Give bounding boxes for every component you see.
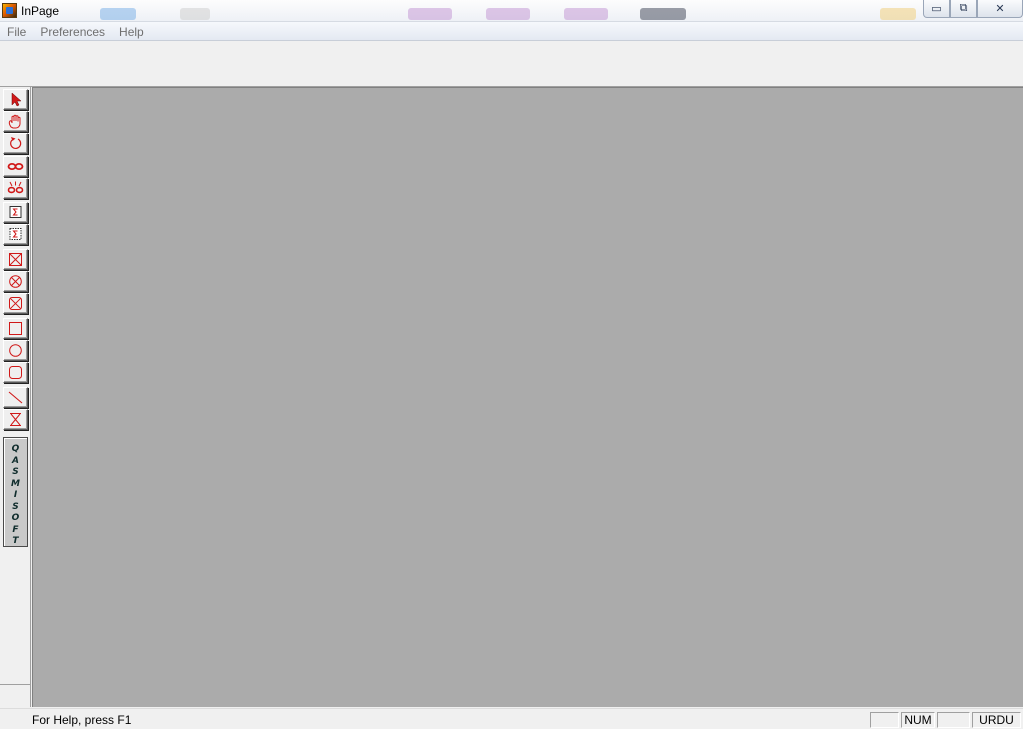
title-bar-reflection (564, 8, 608, 20)
menu-preferences[interactable]: Preferences (33, 22, 112, 40)
logo-letter: Q (11, 444, 20, 454)
title-bar-reflection (640, 8, 686, 20)
restore-button[interactable]: ⧉ (950, 0, 977, 18)
close-button[interactable]: ✕ (977, 0, 1023, 18)
oval-tool[interactable] (3, 340, 28, 361)
status-pane-empty (870, 712, 899, 728)
title-bar-reflection (408, 8, 452, 20)
minimize-icon: ▭ (931, 3, 942, 15)
window-title: InPage (21, 4, 60, 18)
diagonal-line-icon (8, 391, 23, 404)
title-bar-reflection (486, 8, 530, 20)
unlink-tool[interactable] (3, 178, 28, 199)
menu-file[interactable]: File (0, 22, 33, 40)
status-num-indicator: NUM (901, 712, 935, 728)
window-controls: ▭ ⧉ ✕ (923, 0, 1023, 20)
logo-letter: A (12, 455, 19, 466)
oval-picture-frame-tool[interactable] (3, 271, 28, 292)
rounded-x-frame-icon (9, 297, 22, 310)
logo-letter: M (11, 478, 20, 489)
text-frame-alt-icon (9, 228, 22, 240)
text-frame-tool[interactable] (3, 202, 28, 223)
link-tool[interactable] (3, 156, 28, 177)
text-frame-alt-tool[interactable] (3, 224, 28, 245)
hourglass-tool[interactable] (3, 409, 28, 430)
rectangle-tool[interactable] (3, 318, 28, 339)
chain-link-icon (7, 163, 24, 170)
rounded-rect-icon (9, 366, 22, 379)
rect-x-frame-icon (9, 253, 22, 266)
rect-picture-frame-tool[interactable] (3, 249, 28, 270)
hourglass-icon (10, 413, 21, 426)
minimize-button[interactable]: ▭ (923, 0, 950, 18)
close-icon: ✕ (995, 3, 1005, 15)
oval-x-frame-icon (9, 275, 22, 288)
logo-letter: I (13, 490, 18, 500)
title-bar-reflection (180, 8, 210, 20)
logo-letter: S (12, 501, 19, 512)
title-bar: InPage ▭ ⧉ ✕ (0, 0, 1023, 22)
palette-divider (0, 684, 31, 685)
line-tool[interactable] (3, 387, 28, 408)
restore-icon: ⧉ (959, 2, 968, 14)
hand-tool[interactable] (3, 111, 28, 132)
status-help-text: For Help, press F1 (32, 713, 132, 727)
document-workspace[interactable] (32, 87, 1023, 707)
rounded-picture-frame-tool[interactable] (3, 293, 28, 314)
rectangle-icon (9, 322, 22, 335)
arrow-pointer-icon (11, 92, 22, 107)
status-language-indicator: URDU (972, 712, 1021, 728)
logo-letter: F (12, 524, 19, 535)
toolbar-area (0, 42, 1023, 87)
broken-link-icon (7, 181, 24, 194)
logo-letter: T (12, 536, 19, 546)
qasmisoft-logo: Q A S M I S O F T (3, 437, 28, 547)
title-bar-reflection (100, 8, 136, 20)
rotate-icon (10, 137, 22, 149)
rotate-tool[interactable] (3, 133, 28, 154)
app-icon[interactable] (2, 3, 17, 18)
status-pane-empty (937, 712, 970, 728)
logo-letter: O (11, 513, 20, 523)
menu-help[interactable]: Help (112, 22, 151, 40)
title-bar-reflection (880, 8, 916, 20)
menu-bar: File Preferences Help (0, 22, 1023, 41)
rounded-rectangle-tool[interactable] (3, 362, 28, 383)
pointer-tool[interactable] (3, 89, 28, 110)
hand-icon (8, 114, 21, 129)
oval-icon (9, 344, 22, 357)
status-bar: For Help, press F1 NUM URDU (0, 708, 1023, 729)
logo-letter: S (12, 467, 19, 477)
text-frame-icon (9, 206, 22, 218)
